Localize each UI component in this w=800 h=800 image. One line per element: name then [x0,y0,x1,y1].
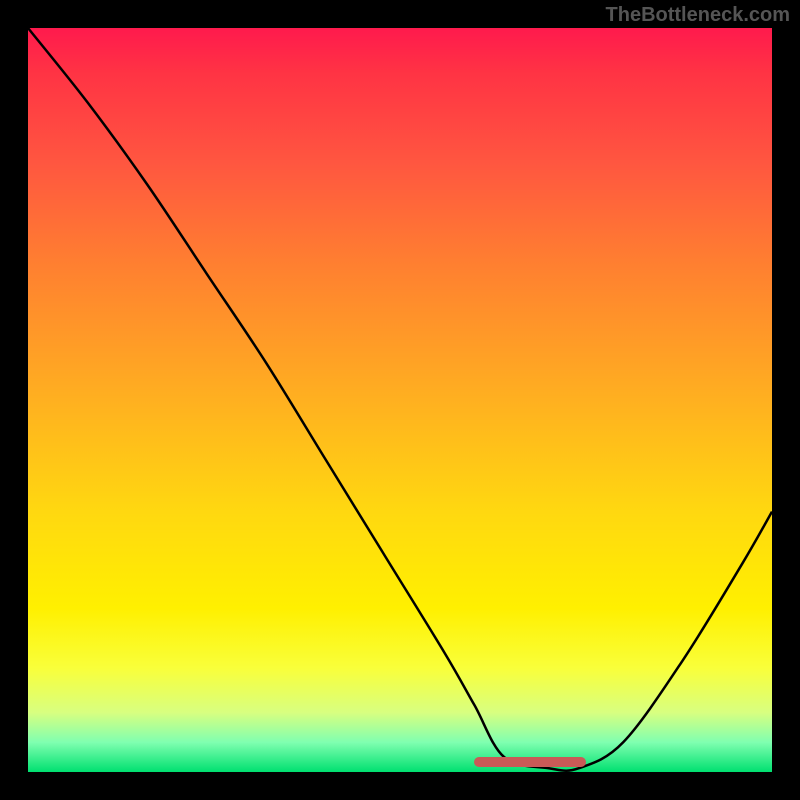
curve-path [28,28,772,771]
gradient-plot-area [28,28,772,772]
watermark-text: TheBottleneck.com [606,4,790,27]
optimal-range-marker [474,757,586,767]
bottleneck-curve [28,28,772,772]
